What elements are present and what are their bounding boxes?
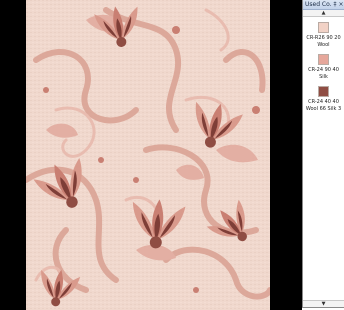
color-material: Wool 66 Silk 3 [305, 106, 342, 112]
color-item[interactable]: CR-24 90 40 Silk [303, 54, 344, 81]
color-code: CR-24 90 40 [308, 67, 339, 73]
right-margin [270, 0, 302, 310]
color-code: CR-R26 90 20 [306, 35, 341, 41]
color-code: CR-24 40 40 [308, 99, 339, 105]
arrow-down-icon: ▼ [321, 301, 326, 307]
color-swatch[interactable] [318, 22, 329, 33]
scroll-up-button[interactable]: ▲ [303, 10, 344, 17]
color-material: Silk [319, 74, 328, 80]
color-item[interactable]: CR-R26 90 20 Wool [303, 22, 344, 49]
panel-header: Used Co... ‡ × [303, 0, 344, 10]
panel-title: Used Co... [305, 1, 332, 8]
color-swatch[interactable] [318, 86, 329, 97]
color-item[interactable]: CR-24 40 40 Wool 66 Silk 3 [303, 86, 344, 113]
scroll-down-button[interactable]: ▼ [303, 300, 344, 307]
arrow-up-icon: ▲ [321, 10, 326, 16]
color-material: Wool [317, 42, 330, 48]
close-icon[interactable]: × [338, 1, 344, 8]
color-swatch[interactable] [318, 54, 329, 65]
left-margin [0, 0, 26, 310]
used-colors-panel: Used Co... ‡ × ▲ CR-R26 90 20 Wool CR-24… [302, 0, 344, 308]
carpet-design-canvas[interactable] [26, 0, 270, 310]
carpet-pattern [26, 0, 270, 310]
app-window: Used Co... ‡ × ▲ CR-R26 90 20 Wool CR-24… [0, 0, 344, 310]
